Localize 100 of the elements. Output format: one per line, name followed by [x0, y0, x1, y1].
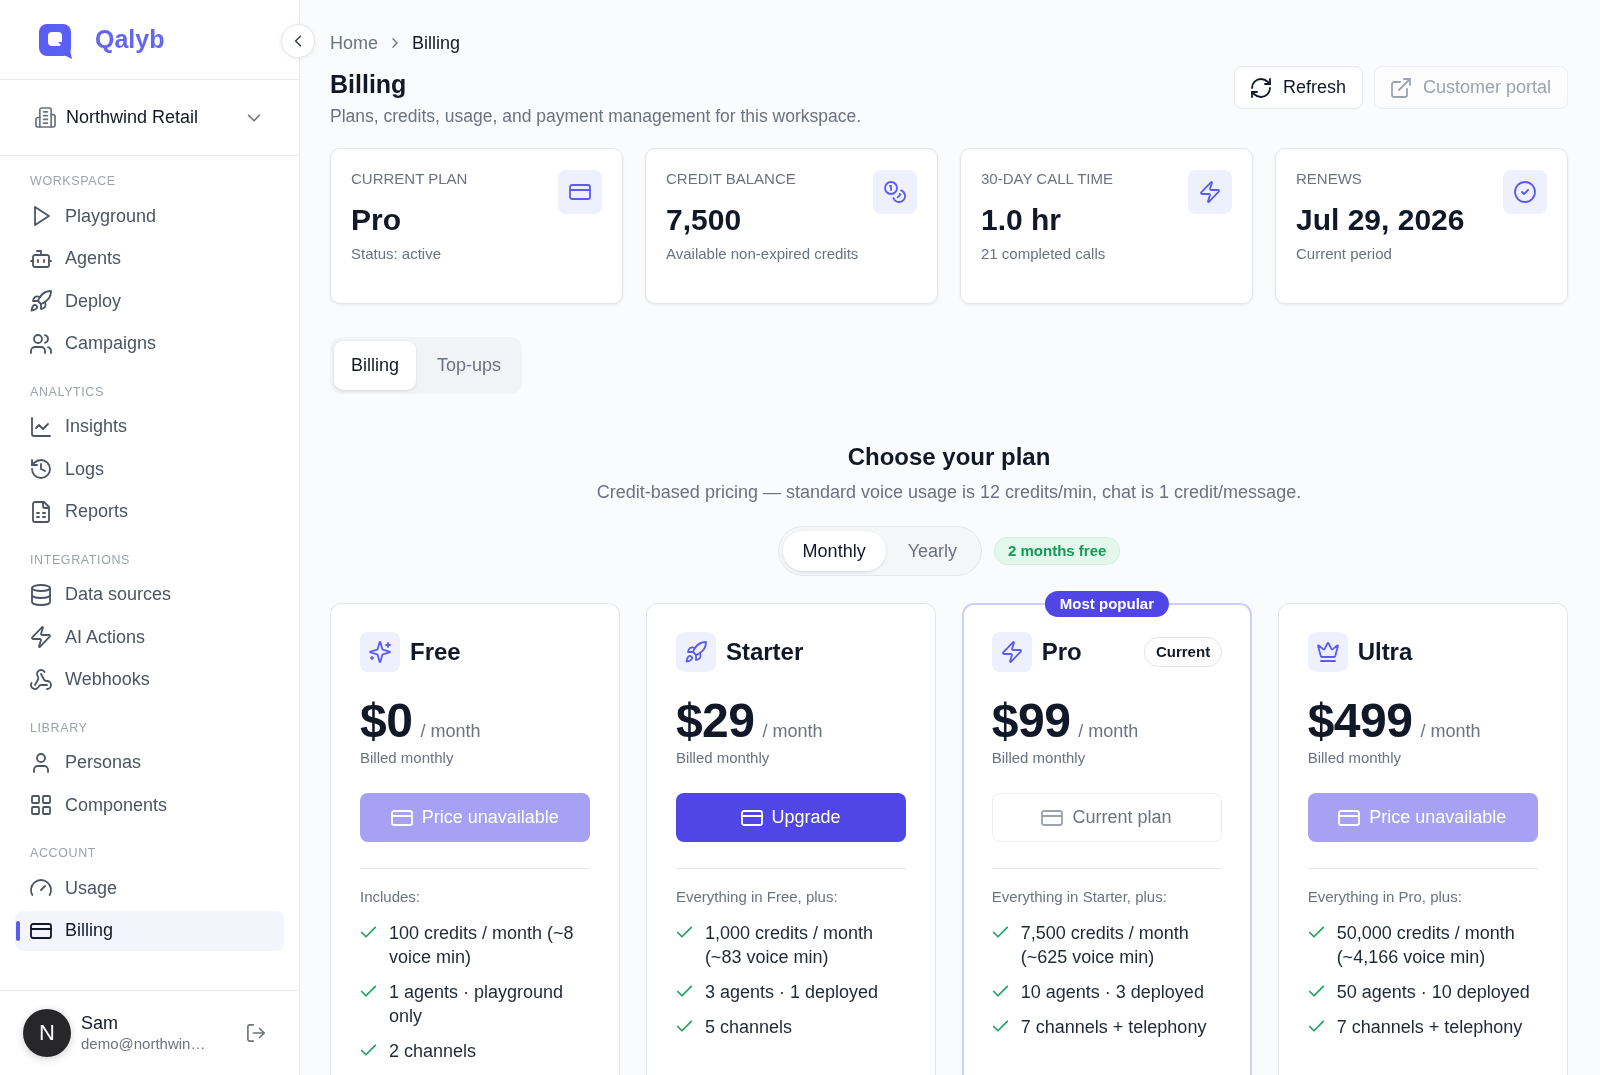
person-icon: [31, 752, 51, 773]
stat-label: CREDIT BALANCE: [666, 169, 797, 189]
card-icon: [558, 170, 602, 214]
feature-text: 5 channels: [704, 1016, 792, 1039]
feature-text: 7 channels + telephony: [1336, 1016, 1523, 1039]
feature-text: 10 agents · 3 deployed: [1020, 981, 1204, 1004]
plan-button[interactable]: Current plan: [991, 793, 1223, 842]
sidebar-item[interactable]: Agents: [15, 238, 284, 279]
section-subtitle: Credit-based pricing — standard voice usage is 12 credits/min, chat is 1 credit/message.: [595, 481, 1303, 504]
sidebar-item[interactable]: Data sources: [15, 574, 284, 615]
logo-icon: [39, 24, 72, 59]
building-icon: [36, 108, 55, 127]
logout-button[interactable]: [245, 1022, 267, 1044]
robot-icon: [31, 248, 51, 269]
user-email: demo@northwin…: [81, 1034, 207, 1054]
billing-note: Billed monthly: [991, 748, 1087, 768]
sidebar-item[interactable]: Campaigns: [15, 323, 284, 364]
plan-name: Free: [410, 638, 461, 666]
external-link-icon: [1390, 77, 1411, 98]
feature-text: 7 channels + telephony: [1020, 1016, 1207, 1039]
sidebar-item[interactable]: Insights: [15, 406, 284, 447]
line-chart-icon: [31, 416, 51, 437]
feature-text: 50 agents · 10 deployed: [1336, 981, 1530, 1004]
price-period: / month: [1420, 721, 1481, 742]
plan-name: Starter: [725, 638, 804, 666]
crown-icon: [1307, 632, 1348, 672]
user-name: Sam: [81, 1012, 119, 1034]
plan-price: $29: [675, 694, 755, 748]
card-icon: [1339, 807, 1360, 828]
rocket-icon: [675, 632, 716, 672]
sidebar-item[interactable]: Billing: [15, 910, 284, 951]
breadcrumb-link[interactable]: Home: [330, 31, 378, 55]
workspace-selector[interactable]: Northwind Retail: [20, 95, 277, 140]
feature-text: 1,000 credits / month (~83 voice min): [704, 922, 874, 969]
lightning-icon: [31, 627, 51, 647]
section-heading: LIBRARY: [29, 719, 89, 736]
brand-name: Qalyb: [95, 25, 165, 54]
sidebar-item[interactable]: Logs: [15, 449, 284, 489]
plan-button[interactable]: Upgrade: [675, 793, 907, 842]
plan-price: $99: [991, 694, 1071, 748]
stat-value: 7,500: [666, 202, 743, 238]
sparkles-icon: [360, 632, 400, 672]
tab[interactable]: Billing: [334, 341, 417, 390]
sidebar-item[interactable]: Components: [15, 785, 284, 825]
feature-text: 7,500 credits / month (~625 voice min): [1020, 922, 1190, 969]
stat-caption: Available non-expired credits: [666, 244, 859, 264]
features-heading: Everything in Starter, plus:: [991, 887, 1168, 907]
tab[interactable]: Top-ups: [420, 341, 519, 390]
sidebar-item[interactable]: Personas: [15, 742, 284, 783]
page-title: Billing: [330, 69, 408, 100]
price-period: / month: [1078, 721, 1139, 742]
refresh-icon: [1250, 77, 1271, 98]
plan-name: Ultra: [1357, 638, 1413, 666]
stat-value: Pro: [351, 202, 402, 238]
stat-caption: 21 completed calls: [981, 244, 1107, 264]
card-icon: [1042, 807, 1063, 828]
section-heading: ACCOUNT: [29, 845, 97, 861]
sidebar-item[interactable]: Reports: [15, 491, 284, 532]
period-option[interactable]: Monthly: [782, 531, 886, 571]
billing-note: Billed monthly: [360, 748, 455, 768]
features-heading: Everything in Free, plus:: [675, 887, 839, 907]
billing-note: Billed monthly: [675, 748, 771, 768]
stat-label: RENEWS: [1296, 169, 1363, 189]
breadcrumb-current: Billing: [412, 32, 461, 55]
history-icon: [31, 459, 51, 479]
sidebar-item[interactable]: Playground: [15, 196, 284, 236]
refresh-button[interactable]: Refresh: [1233, 66, 1363, 109]
webhook-icon: [31, 669, 51, 690]
page-subtitle: Plans, credits, usage, and payment management for this workspace.: [330, 105, 862, 128]
stat-value: 1.0 hr: [981, 202, 1063, 238]
stat-label: 30-DAY CALL TIME: [981, 169, 1114, 189]
card-icon: [31, 920, 51, 941]
plan-name: Pro: [1041, 638, 1082, 666]
section-heading: INTEGRATIONS: [29, 551, 132, 568]
user-avatar: N: [23, 1009, 71, 1057]
feature-text: 2 channels: [389, 1040, 477, 1063]
spreadsheet-icon: [31, 501, 51, 522]
feature-text: 3 agents · 1 deployed: [704, 981, 878, 1004]
section-heading: ANALYTICS: [29, 383, 105, 400]
features-heading: Everything in Pro, plus:: [1307, 887, 1463, 907]
promo-badge: 2 months free: [994, 537, 1121, 565]
period-option[interactable]: Yearly: [887, 531, 977, 571]
sidebar-item[interactable]: Usage: [15, 868, 284, 908]
feature-text: 1 agents · playground only: [389, 981, 565, 1028]
people-icon: [31, 333, 51, 354]
stat-caption: Status: active: [351, 244, 443, 264]
card-icon: [391, 807, 412, 828]
billing-note: Billed monthly: [1307, 748, 1402, 768]
price-period: / month: [420, 721, 481, 742]
gauge-icon: [31, 878, 51, 898]
coins-icon: [873, 170, 917, 214]
stat-caption: Current period: [1296, 244, 1393, 264]
section-heading: WORKSPACE: [29, 173, 117, 189]
plan-price: $0: [360, 694, 413, 748]
sidebar-item[interactable]: AI Actions: [15, 617, 284, 657]
sidebar-item[interactable]: Deploy: [15, 281, 284, 321]
rocket-icon: [31, 291, 51, 311]
grid-icon: [31, 795, 51, 815]
sidebar-item[interactable]: Webhooks: [15, 659, 284, 700]
feature-text: 100 credits / month (~8 voice min): [389, 922, 575, 969]
